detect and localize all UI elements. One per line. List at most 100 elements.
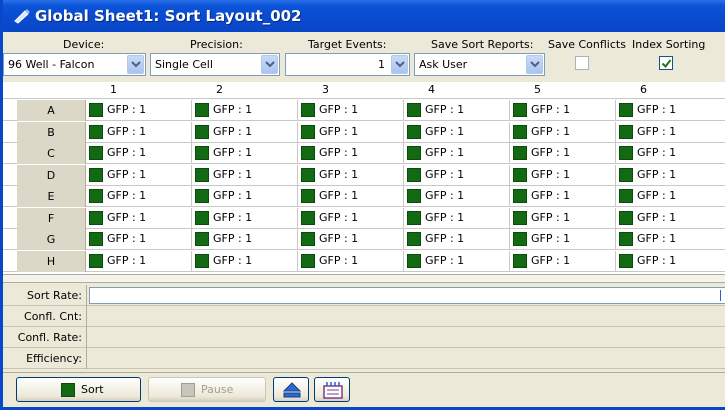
well-c5[interactable]: GFP : 1 (510, 143, 616, 164)
well-g1[interactable]: GFP : 1 (86, 229, 192, 250)
gate-color-swatch (301, 167, 315, 182)
grid-row-h: H GFP : 1 GFP : 1 GFP : 1 GFP : 1 GFP : 1 GFP … (3, 250, 725, 272)
index-sorting-checkbox[interactable] (659, 56, 673, 70)
row-header-h[interactable]: H (17, 250, 86, 272)
gate-color-swatch (195, 146, 209, 160)
eject-button[interactable] (273, 377, 309, 402)
well-d3[interactable]: GFP : 1 (298, 164, 404, 186)
well-g5[interactable]: GFP : 1 (510, 229, 616, 250)
well-f1[interactable]: GFP : 1 (86, 207, 192, 229)
row-header-d[interactable]: D (17, 164, 86, 186)
well-e1[interactable]: GFP : 1 (86, 186, 192, 207)
well-a2[interactable]: GFP : 1 (192, 100, 298, 121)
well-c2[interactable]: GFP : 1 (192, 143, 298, 164)
sort-icon (61, 383, 75, 397)
title-bar[interactable]: Global Sheet1: Sort Layout_002 (3, 0, 725, 32)
well-gate-text: GFP : 1 (319, 167, 359, 181)
sort-button[interactable]: Sort (16, 377, 141, 402)
well-e4[interactable]: GFP : 1 (404, 186, 510, 207)
well-a5[interactable]: GFP : 1 (510, 100, 616, 121)
row-header-a[interactable]: A (17, 100, 86, 121)
well-f5[interactable]: GFP : 1 (510, 207, 616, 229)
row-header-g[interactable]: G (17, 229, 86, 250)
well-gate-text: GFP : 1 (213, 210, 253, 224)
chevron-down-icon[interactable] (391, 55, 408, 74)
well-a1[interactable]: GFP : 1 (86, 100, 192, 121)
well-a6[interactable]: GFP : 1 (616, 100, 725, 121)
well-gate-text: GFP : 1 (319, 189, 359, 202)
well-gate-text: GFP : 1 (531, 124, 571, 138)
well-c6[interactable]: GFP : 1 (616, 143, 725, 164)
gate-color-swatch (619, 167, 633, 182)
well-a4[interactable]: GFP : 1 (404, 100, 510, 121)
target-events-select[interactable]: 1 (285, 53, 410, 76)
gate-color-swatch (301, 146, 315, 160)
well-h6[interactable]: GFP : 1 (616, 251, 725, 272)
gate-color-swatch (407, 210, 421, 225)
pause-button-label: Pause (201, 383, 234, 396)
well-h5[interactable]: GFP : 1 (510, 250, 616, 272)
well-gate-text: GFP : 1 (531, 103, 571, 116)
well-f3[interactable]: GFP : 1 (298, 207, 404, 229)
well-h3[interactable]: GFP : 1 (298, 250, 404, 272)
well-b6[interactable]: GFP : 1 (616, 122, 725, 143)
pause-button[interactable]: Pause (148, 377, 266, 402)
row-header-b[interactable]: B (17, 121, 86, 143)
row-header-f[interactable]: F (17, 207, 86, 229)
well-g6[interactable]: GFP : 1 (616, 229, 725, 250)
well-gate-text: GFP : 1 (319, 232, 359, 245)
well-c4[interactable]: GFP : 1 (404, 143, 510, 164)
sort-rate-bar (89, 287, 725, 304)
well-b5[interactable]: GFP : 1 (510, 121, 616, 143)
well-g4[interactable]: GFP : 1 (404, 229, 510, 250)
well-c1[interactable]: GFP : 1 (86, 143, 192, 164)
column-header-2: 2 (216, 83, 223, 96)
chevron-down-icon[interactable] (127, 55, 144, 74)
well-b3[interactable]: GFP : 1 (298, 121, 404, 143)
plate-button[interactable] (314, 377, 350, 402)
well-e2[interactable]: GFP : 1 (192, 186, 298, 207)
column-header-6: 6 (640, 83, 647, 96)
well-a3[interactable]: GFP : 1 (298, 100, 404, 121)
save-conflicts-checkbox[interactable] (575, 56, 589, 70)
well-gate-text: GFP : 1 (425, 253, 465, 267)
row-header-c[interactable]: C (17, 143, 86, 164)
well-d2[interactable]: GFP : 1 (192, 164, 298, 186)
save-sort-reports-select[interactable]: Ask User (414, 53, 545, 76)
well-b4[interactable]: GFP : 1 (404, 121, 510, 143)
sort-toolbar: Sort Pause (3, 372, 725, 407)
well-h1[interactable]: GFP : 1 (86, 250, 192, 272)
well-f2[interactable]: GFP : 1 (192, 207, 298, 229)
well-d1[interactable]: GFP : 1 (86, 164, 192, 186)
well-gate-text: GFP : 1 (319, 146, 359, 159)
well-e6[interactable]: GFP : 1 (616, 186, 725, 207)
well-c3[interactable]: GFP : 1 (298, 143, 404, 164)
chevron-down-icon[interactable] (261, 55, 278, 74)
row-header-e[interactable]: E (17, 186, 86, 207)
well-b2[interactable]: GFP : 1 (192, 121, 298, 143)
chevron-down-icon[interactable] (526, 55, 543, 74)
well-h4[interactable]: GFP : 1 (404, 250, 510, 272)
column-header-3: 3 (322, 83, 329, 96)
well-g3[interactable]: GFP : 1 (298, 229, 404, 250)
well-e5[interactable]: GFP : 1 (510, 186, 616, 207)
gate-color-swatch (407, 189, 421, 203)
well-d6[interactable]: GFP : 1 (616, 165, 725, 186)
well-e3[interactable]: GFP : 1 (298, 186, 404, 207)
well-d4[interactable]: GFP : 1 (404, 164, 510, 186)
well-h2[interactable]: GFP : 1 (192, 250, 298, 272)
device-select[interactable]: 96 Well - Falcon (3, 53, 146, 76)
well-gate-text: GFP : 1 (107, 124, 147, 138)
well-b1[interactable]: GFP : 1 (86, 121, 192, 143)
well-g2[interactable]: GFP : 1 (192, 229, 298, 250)
window-title: Global Sheet1: Sort Layout_002 (35, 7, 302, 25)
well-f4[interactable]: GFP : 1 (404, 207, 510, 229)
well-f6[interactable]: GFP : 1 (616, 208, 725, 229)
sort-settings: Device: Precision: Target Events: Save S… (3, 32, 725, 82)
precision-select[interactable]: Single Cell (150, 53, 280, 76)
well-d5[interactable]: GFP : 1 (510, 164, 616, 186)
sort-rate-marker (720, 290, 721, 301)
sort-layout-grid: 1 2 3 4 5 6 A GFP : 1 GFP : 1 GFP : 1 GFP : 1 GFP … (3, 82, 725, 282)
well-gate-text: GFP : 1 (107, 232, 147, 245)
well-gate-text: GFP : 1 (531, 210, 571, 224)
